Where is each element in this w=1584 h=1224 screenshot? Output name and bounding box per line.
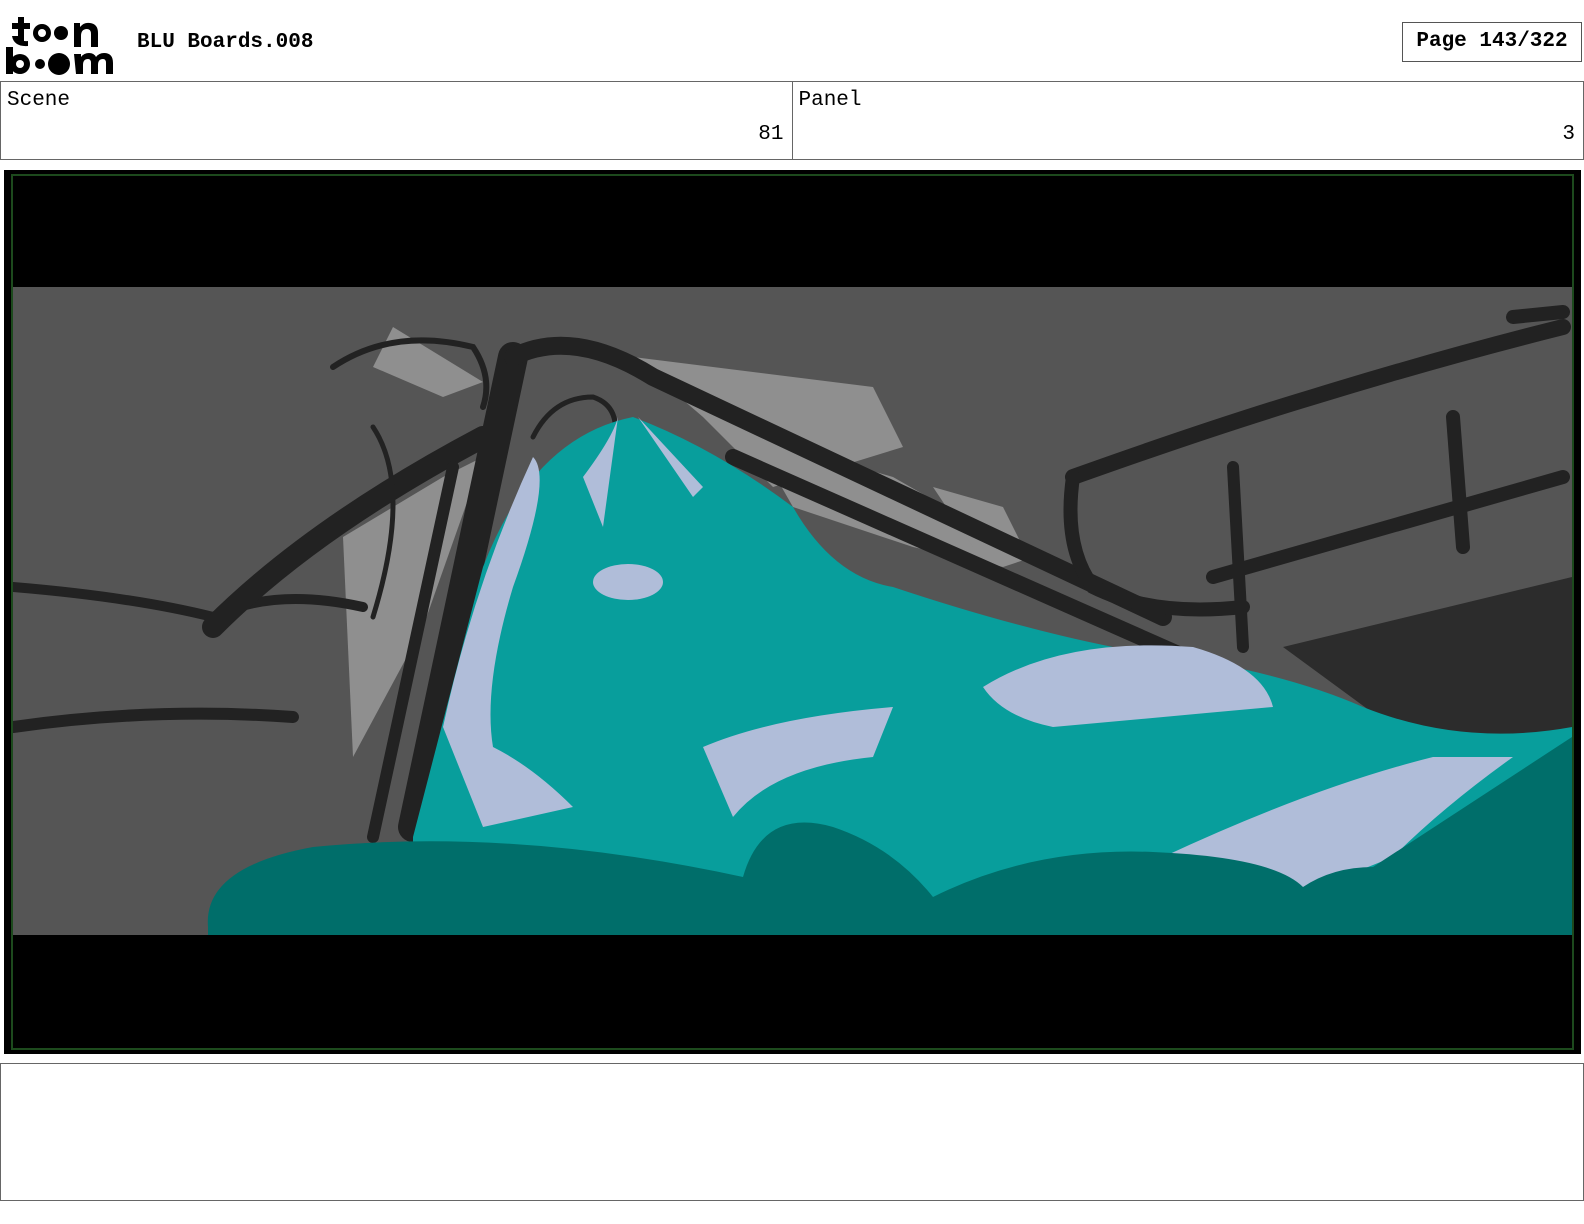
panel-cell: Panel 3	[791, 82, 1584, 159]
toon-boom-logo	[6, 17, 113, 75]
panel-value: 3	[1562, 123, 1575, 146]
panel-label: Panel	[798, 89, 862, 112]
scene-cell: Scene 81	[0, 82, 792, 159]
scene-value: 81	[758, 123, 784, 146]
info-row: Scene 81 Panel 3	[0, 81, 1584, 160]
scene-label: Scene	[7, 89, 71, 112]
notes-box	[0, 1063, 1584, 1201]
storyboard-panel	[4, 170, 1581, 1054]
page-indicator: Page 143/322	[1402, 22, 1582, 62]
logo-top-row	[12, 17, 98, 47]
logo-bottom-row	[6, 47, 113, 75]
document-title: BLU Boards.008	[137, 31, 314, 54]
panel-drawing	[13, 287, 1572, 935]
